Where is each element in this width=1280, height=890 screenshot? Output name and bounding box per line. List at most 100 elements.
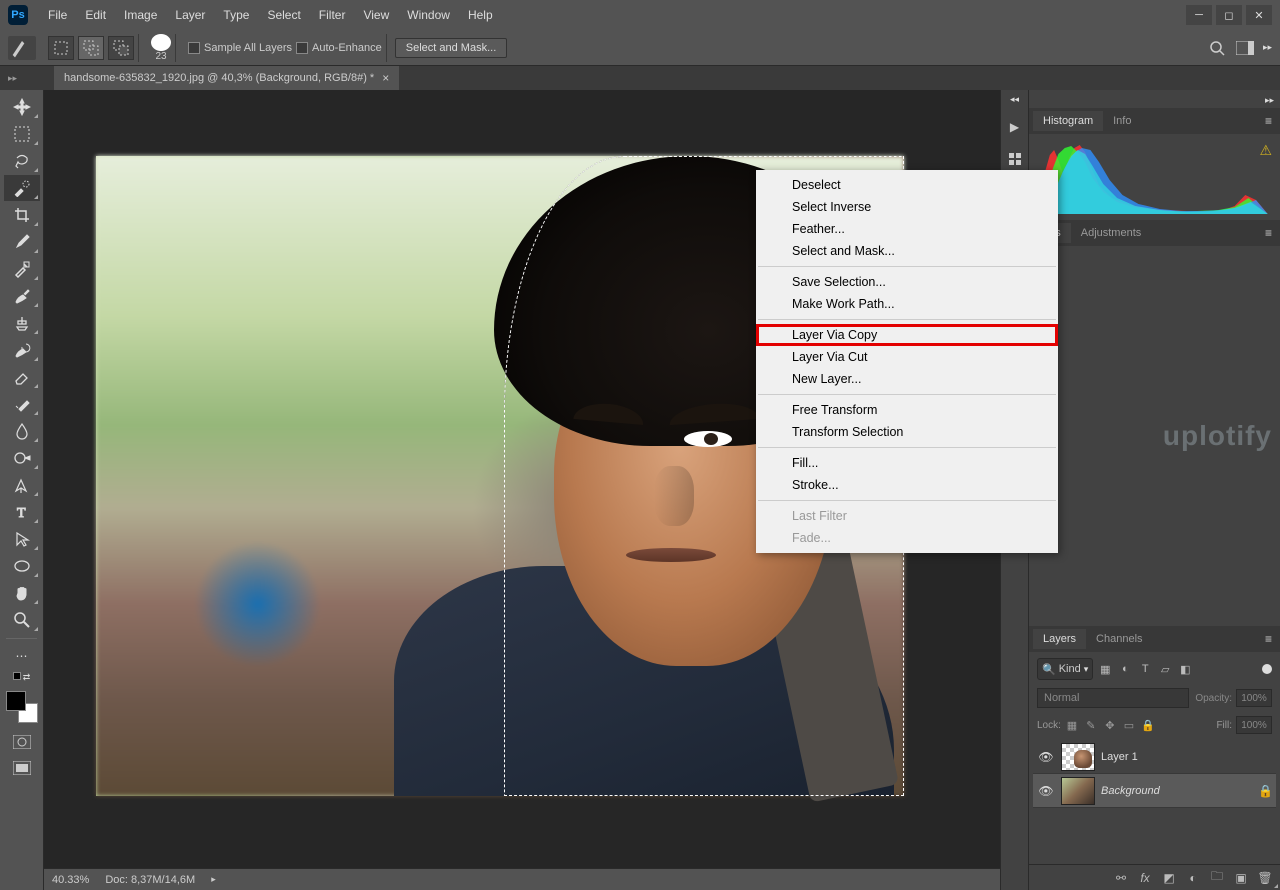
workspace-switcher-icon[interactable] <box>1235 38 1255 58</box>
menu-filter[interactable]: Filter <box>311 4 354 26</box>
cm-select-and-mask[interactable]: Select and Mask... <box>756 240 1058 262</box>
chevron-right-icon[interactable]: ▸▸ <box>1263 42 1272 53</box>
menu-file[interactable]: File <box>40 4 75 26</box>
cm-make-work-path[interactable]: Make Work Path... <box>756 293 1058 315</box>
lock-all-icon[interactable]: 🔒 <box>1140 717 1156 733</box>
brush-preview-icon[interactable] <box>151 34 171 51</box>
cm-save-selection[interactable]: Save Selection... <box>756 271 1058 293</box>
lock-transparency-icon[interactable]: ▦ <box>1064 717 1080 733</box>
status-menu-icon[interactable]: ▸ <box>211 874 216 885</box>
cm-select-inverse[interactable]: Select Inverse <box>756 196 1058 218</box>
play-action-icon[interactable]: ▶ <box>1005 117 1025 137</box>
move-tool-icon[interactable] <box>4 94 40 120</box>
adjustment-layer-icon[interactable]: ◐ <box>1184 869 1202 887</box>
tab-info[interactable]: Info <box>1103 111 1141 131</box>
maximize-button[interactable]: ◻ <box>1216 5 1242 25</box>
search-icon[interactable] <box>1207 38 1227 58</box>
cm-fill[interactable]: Fill... <box>756 452 1058 474</box>
filter-adjustment-icon[interactable]: ◐ <box>1117 661 1133 677</box>
cm-feather[interactable]: Feather... <box>756 218 1058 240</box>
blend-mode-select[interactable]: Normal <box>1037 688 1189 708</box>
doc-size-label[interactable]: Doc: 8,37M/14,6M <box>105 874 195 886</box>
layer-mask-icon[interactable]: ◩ <box>1160 869 1178 887</box>
crop-tool-icon[interactable] <box>4 202 40 228</box>
subtract-selection-icon[interactable] <box>108 36 134 60</box>
layer-thumbnail[interactable] <box>1061 743 1095 771</box>
layer-item[interactable]: 👁 Background 🔒 <box>1033 774 1276 808</box>
menu-edit[interactable]: Edit <box>77 4 114 26</box>
shape-tool-icon[interactable] <box>4 553 40 579</box>
healing-brush-tool-icon[interactable] <box>4 256 40 282</box>
menu-layer[interactable]: Layer <box>167 4 213 26</box>
delete-layer-icon[interactable]: 🗑 <box>1256 869 1274 887</box>
cm-transform-selection[interactable]: Transform Selection <box>756 421 1058 443</box>
cm-deselect[interactable]: Deselect <box>756 174 1058 196</box>
minimize-button[interactable]: ─ <box>1186 5 1212 25</box>
cm-stroke[interactable]: Stroke... <box>756 474 1058 496</box>
lock-position-icon[interactable]: ✥ <box>1102 717 1118 733</box>
close-button[interactable]: ✕ <box>1246 5 1272 25</box>
quick-mask-icon[interactable] <box>8 731 36 753</box>
panel-menu-icon[interactable]: ≡ <box>1261 114 1276 128</box>
layer-item[interactable]: 👁 Layer 1 <box>1033 740 1276 774</box>
pen-tool-icon[interactable] <box>4 472 40 498</box>
select-and-mask-button[interactable]: Select and Mask... <box>395 38 508 58</box>
layer-name[interactable]: Layer 1 <box>1101 751 1272 763</box>
cm-layer-via-copy[interactable]: Layer Via Copy <box>756 324 1058 346</box>
layer-style-icon[interactable]: fx <box>1136 869 1154 887</box>
filter-type-icon[interactable]: T <box>1137 661 1153 677</box>
color-swatches[interactable] <box>6 691 38 723</box>
eyedropper-tool-icon[interactable] <box>4 229 40 255</box>
collapse-panels-icon[interactable]: ▸▸ <box>1265 95 1274 105</box>
lasso-tool-icon[interactable] <box>4 148 40 174</box>
cm-layer-via-cut[interactable]: Layer Via Cut <box>756 346 1058 368</box>
close-tab-icon[interactable]: × <box>382 71 389 85</box>
sample-all-layers-checkbox[interactable]: Sample All Layers <box>188 42 292 54</box>
filter-toggle[interactable] <box>1262 664 1272 674</box>
filter-shape-icon[interactable]: ▱ <box>1157 661 1173 677</box>
filter-pixel-icon[interactable]: ▦ <box>1097 661 1113 677</box>
fill-value[interactable]: 100% <box>1236 716 1272 734</box>
expand-panels-icon[interactable]: ◂◂ <box>1010 94 1019 105</box>
visibility-eye-icon[interactable]: 👁 <box>1037 782 1055 800</box>
layer-thumbnail[interactable] <box>1061 777 1095 805</box>
menu-view[interactable]: View <box>355 4 397 26</box>
tab-scroll-left-icon[interactable]: ▸▸ <box>8 73 17 84</box>
edit-toolbar-icon[interactable]: ⋯ <box>4 643 40 669</box>
lock-artboard-icon[interactable]: ▭ <box>1121 717 1137 733</box>
foreground-color[interactable] <box>6 691 26 711</box>
menu-help[interactable]: Help <box>460 4 501 26</box>
menu-image[interactable]: Image <box>116 4 165 26</box>
tab-layers[interactable]: Layers <box>1033 629 1086 649</box>
new-selection-icon[interactable] <box>48 36 74 60</box>
panel-menu-icon[interactable]: ≡ <box>1261 226 1276 240</box>
eraser-tool-icon[interactable] <box>4 364 40 390</box>
panel-menu-icon[interactable]: ≡ <box>1261 632 1276 646</box>
visibility-eye-icon[interactable]: 👁 <box>1037 748 1055 766</box>
blur-tool-icon[interactable] <box>4 418 40 444</box>
lock-pixels-icon[interactable]: ✎ <box>1083 717 1099 733</box>
default-colors-icon[interactable] <box>13 672 21 680</box>
opacity-value[interactable]: 100% <box>1236 689 1272 707</box>
zoom-tool-icon[interactable] <box>4 607 40 633</box>
menu-select[interactable]: Select <box>259 4 308 26</box>
quick-selection-tool-icon[interactable] <box>4 175 40 201</box>
tab-channels[interactable]: Channels <box>1086 629 1152 649</box>
new-layer-icon[interactable]: ▣ <box>1232 869 1250 887</box>
cm-new-layer[interactable]: New Layer... <box>756 368 1058 390</box>
link-layers-icon[interactable]: ⚯ <box>1112 869 1130 887</box>
zoom-level[interactable]: 40.33% <box>52 874 89 886</box>
type-tool-icon[interactable]: T <box>4 499 40 525</box>
tool-preset-picker[interactable] <box>8 36 36 60</box>
menu-window[interactable]: Window <box>399 4 458 26</box>
hand-tool-icon[interactable] <box>4 580 40 606</box>
screen-mode-icon[interactable] <box>8 757 36 779</box>
group-icon[interactable]: 🗀 <box>1208 869 1226 887</box>
actions-panel-icon[interactable] <box>1005 149 1025 169</box>
swap-colors-icon[interactable]: ⇄ <box>23 672 31 683</box>
gradient-tool-icon[interactable] <box>4 391 40 417</box>
cm-free-transform[interactable]: Free Transform <box>756 399 1058 421</box>
filter-smart-icon[interactable]: ◧ <box>1177 661 1193 677</box>
menu-type[interactable]: Type <box>215 4 257 26</box>
clone-stamp-tool-icon[interactable] <box>4 310 40 336</box>
